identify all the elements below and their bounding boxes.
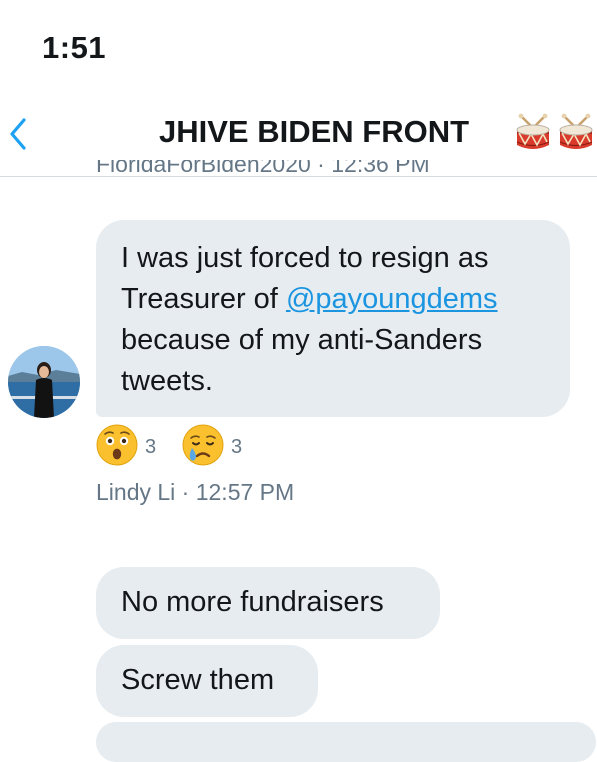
previous-message-meta: FloridaForBiden2020 · 12:36 PM [96, 160, 430, 177]
message-line: I was just forced to resign as [121, 242, 489, 274]
mention-link[interactable]: @payoungdems [286, 283, 498, 315]
message-bubble-partial[interactable] [96, 722, 596, 762]
message-bubble[interactable]: No more fundraisers [96, 567, 440, 639]
message-line: Treasurer of @payoungdems [121, 283, 498, 315]
message-bubble[interactable]: Screw them [96, 645, 318, 717]
message-meta: Lindy Li · 12:57 PM [96, 479, 295, 505]
astonished-face-emoji-icon [96, 424, 138, 466]
chevron-left-icon [10, 118, 26, 150]
reaction-count: 3 [231, 436, 243, 458]
message-bubble[interactable]: I was just forced to resign as Treasurer… [96, 220, 570, 417]
conversation-title[interactable]: JHIVE BIDEN FRONT [159, 114, 469, 150]
message-line: tweets. [121, 365, 213, 397]
reaction-count: 3 [145, 436, 157, 458]
back-button[interactable] [4, 112, 34, 156]
drum-emoji-icon [559, 113, 593, 149]
drum-emoji-icon [516, 113, 550, 149]
message-line: because of my anti-Sanders [121, 324, 483, 356]
avatar[interactable] [8, 346, 80, 418]
crying-face-emoji-icon [182, 424, 224, 466]
status-bar-time: 1:51 [42, 30, 107, 65]
